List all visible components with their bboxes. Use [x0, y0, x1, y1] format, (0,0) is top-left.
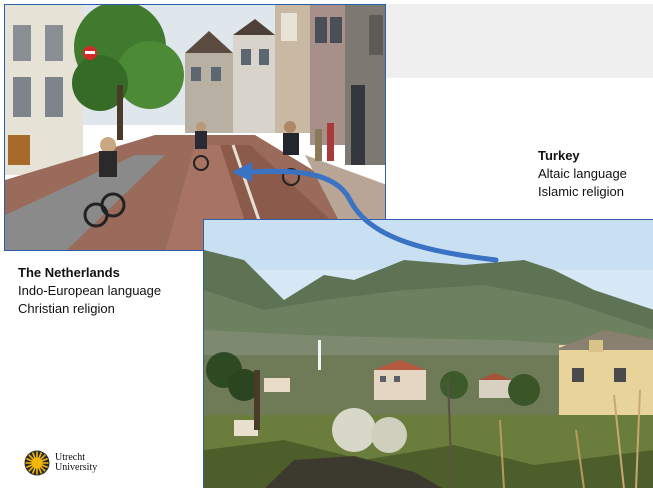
turkey-country-label: Turkey	[538, 148, 580, 163]
netherlands-religion-label: Christian religion	[18, 301, 115, 316]
slide: Turkey Altaic language Islamic religion …	[0, 0, 653, 488]
netherlands-language-label: Indo-European language	[18, 283, 162, 298]
logo-wordmark: Utrecht University	[55, 453, 97, 473]
netherlands-street-photo	[4, 4, 386, 251]
turkey-religion-label: Islamic religion	[538, 184, 624, 199]
sun-emblem-icon	[24, 450, 50, 476]
logo-line-2: University	[55, 462, 98, 473]
turkey-info: Turkey Altaic language Islamic religion	[538, 147, 627, 201]
netherlands-info: The Netherlands Indo-European language C…	[18, 264, 161, 318]
turkey-landscape-photo	[203, 219, 653, 488]
turkey-language-label: Altaic language	[538, 166, 627, 181]
utrecht-university-logo: Utrecht University	[24, 450, 97, 476]
header-band	[386, 4, 653, 78]
netherlands-country-label: The Netherlands	[18, 265, 120, 280]
